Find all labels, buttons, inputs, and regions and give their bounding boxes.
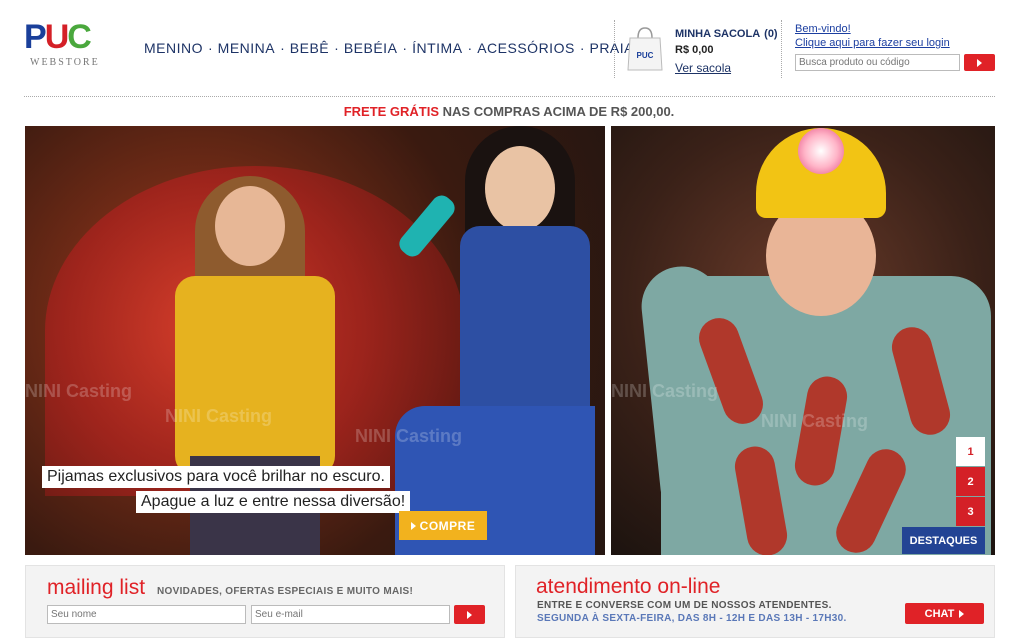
chat-hours: SEGUNDA À SEXTA-FEIRA, DAS 8H - 12H E DA… [537, 613, 847, 624]
bag-logo: PUC [637, 51, 654, 60]
logo[interactable]: PUC WEBSTORE [24, 20, 120, 70]
arrow-right-icon [959, 609, 965, 618]
promo-text: NAS COMPRAS ACIMA DE R$ 200,00. [439, 104, 675, 119]
promo-highlight: FRETE GRÁTIS [343, 104, 440, 119]
nav-item-intima[interactable]: ÍNTIMA [412, 40, 462, 56]
header: PUC WEBSTORE MENINO · MENINA · BEBÊ · BE… [0, 0, 1018, 96]
cart-count: (0) [764, 28, 778, 40]
nav-item-bebeia[interactable]: BEBÉIA [344, 40, 398, 56]
view-cart-link[interactable]: Ver sacola [675, 61, 731, 75]
banner-girl-blue [385, 126, 605, 555]
header-separator [24, 96, 995, 97]
email-field[interactable] [251, 605, 450, 624]
nav-item-bebe[interactable]: BEBÊ [290, 40, 329, 56]
nav-separator: · [208, 40, 213, 56]
shopping-bag-icon[interactable]: PUC [626, 26, 664, 72]
search-button[interactable] [964, 54, 995, 71]
search-input[interactable] [795, 54, 960, 71]
nav-item-menino[interactable]: MENINO [144, 40, 203, 56]
logo-letter-1: P [24, 18, 47, 56]
arrow-right-icon [977, 58, 982, 67]
nav-item-menina[interactable]: MENINA [218, 40, 275, 56]
mailing-subtitle: NOVIDADES, OFERTAS ESPECIAIS E MUITO MAI… [157, 586, 414, 597]
nav-separator: · [402, 40, 408, 56]
arrow-right-icon [467, 610, 472, 619]
mailing-title: mailing list [47, 576, 146, 599]
watermark: NINI Casting [25, 381, 133, 401]
name-field[interactable] [47, 605, 246, 624]
slide-button-1[interactable]: 1 [956, 437, 985, 466]
watermark: NINI Casting [761, 411, 869, 431]
watermark: NINI Casting [611, 381, 719, 401]
chat-button-label: CHAT [924, 607, 955, 620]
main-nav: MENINO · MENINA · BEBÊ · BEBÉIA · ÍNTIMA… [144, 40, 634, 56]
header-divider [614, 20, 615, 78]
watermark: NINI Casting [355, 426, 463, 446]
compre-button[interactable]: COMPRE [399, 511, 487, 540]
cart-title: MINHA SACOLA (0) [675, 28, 778, 40]
cart-title-label: MINHA SACOLA [675, 28, 761, 40]
logo-subtitle: WEBSTORE [30, 57, 100, 68]
slide-pager: 1 2 3 [956, 437, 985, 527]
banner-caption-line-2: Apague a luz e entre nessa diversão! [136, 491, 411, 513]
banner-caption-line-1: Pijamas exclusivos para você brilhar no … [42, 466, 390, 488]
chat-box: atendimento on-line ENTRE E CONVERSE COM… [515, 565, 995, 638]
arrow-right-icon [410, 521, 416, 530]
welcome-link[interactable]: Bem-vindo! [795, 23, 851, 35]
destaques-button[interactable]: DESTAQUES [902, 527, 985, 554]
promo-banner: FRETE GRÁTIS NAS COMPRAS ACIMA DE R$ 200… [0, 104, 1018, 119]
compre-button-label: COMPRE [419, 518, 476, 533]
login-link[interactable]: Clique aqui para fazer seu login [795, 37, 950, 49]
slide-button-3[interactable]: 3 [956, 497, 985, 526]
hero-banner-right[interactable]: NINI Casting NINI Casting [611, 126, 995, 555]
watermark: NINI Casting [165, 406, 273, 426]
nav-separator: · [280, 40, 285, 56]
logo-letter-3: C [67, 18, 92, 56]
chat-button[interactable]: CHAT [905, 603, 984, 624]
chat-title: atendimento on-line [536, 575, 721, 598]
nav-separator: · [579, 40, 585, 56]
logo-letter-2: U [44, 18, 70, 56]
nav-separator: · [467, 40, 473, 56]
banner-boy-image [637, 126, 991, 555]
chat-subtitle: ENTRE E CONVERSE COM UM DE NOSSOS ATENDE… [537, 600, 832, 611]
slide-button-2[interactable]: 2 [956, 467, 985, 496]
mailing-list-box: mailing list NOVIDADES, OFERTAS ESPECIAI… [25, 565, 505, 638]
header-divider [781, 20, 782, 78]
cart-price: R$ 0,00 [675, 44, 714, 56]
nav-separator: · [334, 40, 339, 56]
nav-item-acessorios[interactable]: ACESSÓRIOS [477, 40, 575, 56]
logo-wordmark: PUC [24, 18, 92, 56]
mailing-submit-button[interactable] [454, 605, 485, 624]
